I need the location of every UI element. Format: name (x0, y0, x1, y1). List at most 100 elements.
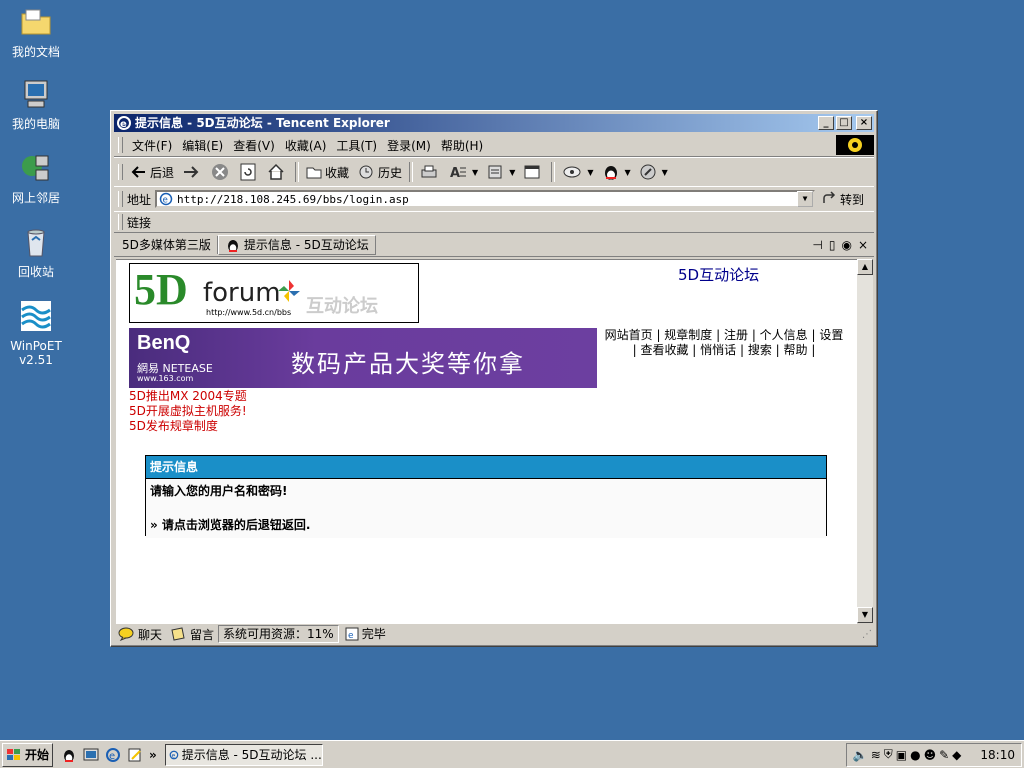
back-label: 后退 (150, 165, 175, 180)
svg-text:e: e (171, 752, 175, 759)
volume-icon[interactable]: 🔈 (853, 748, 868, 762)
links-label[interactable]: 链接 (127, 214, 151, 231)
mail-button[interactable]: ▼ (558, 160, 597, 184)
forum-logo[interactable]: 5D forum 互动论坛 http://www.5d.cn/bbs (129, 263, 419, 323)
tab-prompt-info[interactable]: 提示信息 - 5D互动论坛 (217, 235, 376, 255)
nav-search[interactable]: 搜索 (748, 343, 772, 357)
taskbar-window-button[interactable]: e 提示信息 - 5D互动论坛 ... (164, 743, 323, 766)
back-button[interactable]: 后退 (127, 160, 178, 184)
load-status: e 完毕 (341, 626, 860, 642)
address-bar: 地址 e http://218.108.245.69/bbs/login.asp… (114, 186, 874, 212)
menu-help[interactable]: 帮助(H) (436, 137, 488, 154)
forward-button[interactable] (178, 160, 207, 184)
forward-arrow-icon (184, 166, 199, 178)
window-title: 提示信息 - 5D互动论坛 - Tencent Explorer (135, 116, 390, 130)
history-button[interactable]: 历史 (353, 160, 406, 184)
home-button[interactable] (263, 160, 292, 184)
done-label: 完毕 (361, 627, 386, 641)
print-button[interactable] (416, 160, 445, 184)
resize-grip-icon[interactable]: ⋰ (862, 629, 872, 640)
desktop-icon-network[interactable]: 网上邻居 (4, 152, 68, 205)
editor-icon[interactable] (127, 747, 143, 763)
plugin-icon (640, 164, 656, 180)
favorites-button[interactable]: 收藏 (302, 160, 353, 184)
fullscreen-button[interactable] (519, 160, 548, 184)
tab-5d-multimedia[interactable]: 5D多媒体第三版 (116, 236, 218, 254)
svg-text:e: e (348, 631, 354, 641)
news-item[interactable]: 5D发布规章制度 (129, 419, 247, 434)
new-page-icon[interactable]: ▯ (829, 238, 836, 252)
qq-penguin-icon[interactable]: ● (910, 748, 920, 762)
address-label: 地址 (127, 192, 152, 207)
user-icon[interactable]: ☻ (924, 748, 937, 762)
message-button[interactable]: 留言 (166, 626, 218, 642)
menu-login[interactable]: 登录(M) (382, 137, 436, 154)
nav-help[interactable]: 帮助 (784, 343, 808, 357)
chevron-right-icon[interactable]: » (149, 748, 157, 762)
start-button[interactable]: 开始 (2, 742, 54, 767)
refresh-button[interactable] (236, 160, 263, 184)
news-item[interactable]: 5D推出MX 2004专题 (129, 389, 247, 404)
tools-button[interactable]: ▼ (482, 160, 519, 184)
maximize-button[interactable]: □ (836, 116, 852, 130)
menu-file[interactable]: 文件(F) (127, 137, 177, 154)
folder-icon (21, 9, 51, 35)
chat-button[interactable]: 聊天 (114, 626, 166, 642)
chevron-down-icon[interactable]: ▼ (509, 168, 515, 177)
browser-window[interactable]: e 提示信息 - 5D互动论坛 - Tencent Explorer _ □ ×… (110, 110, 878, 647)
shield-icon[interactable]: ⛨ (884, 747, 893, 762)
desktop-icon-winpoet[interactable]: WinPoET v2.51 (4, 300, 68, 367)
address-dropdown[interactable]: ▼ (796, 191, 813, 207)
stop-button[interactable] (207, 160, 236, 184)
show-desktop-icon[interactable] (83, 747, 99, 763)
network-icon[interactable]: ≋ (871, 748, 881, 762)
go-button[interactable]: 转到 (821, 191, 874, 208)
refresh-icon (240, 163, 256, 181)
chevron-down-icon[interactable]: ▼ (472, 168, 478, 177)
menu-view[interactable]: 查看(V) (228, 137, 280, 154)
font-button[interactable]: A ▼ (445, 160, 482, 184)
nav-register[interactable]: 注册 (724, 328, 748, 342)
brand-logo (836, 135, 874, 155)
chevron-down-icon[interactable]: ▼ (625, 168, 631, 177)
pen-icon[interactable]: ✎ (939, 748, 949, 762)
qq-penguin-icon[interactable] (61, 747, 77, 763)
news-item[interactable]: 5D开展虚拟主机服务! (129, 404, 247, 419)
nav-profile[interactable]: 个人信息 (760, 328, 808, 342)
desktop-icon-recycle-bin[interactable]: 回收站 (4, 226, 68, 279)
close-icon: × (859, 117, 869, 128)
menu-favorites[interactable]: 收藏(A) (280, 137, 332, 154)
minimize-button[interactable]: _ (818, 116, 834, 130)
menu-tools[interactable]: 工具(T) (331, 137, 382, 154)
nav-settings[interactable]: 设置 (819, 328, 843, 342)
chevron-down-icon[interactable]: ▼ (662, 168, 668, 177)
nav-rules[interactable]: 规章制度 (664, 328, 712, 342)
qq-penguin-icon (227, 240, 238, 252)
address-url[interactable]: http://218.108.245.69/bbs/login.asp (177, 193, 797, 206)
nav-favorites[interactable]: 查看收藏 (640, 343, 688, 357)
qq-button[interactable]: ▼ (598, 160, 635, 184)
plugin-button[interactable]: ▼ (635, 160, 672, 184)
close-tab-icon[interactable]: × (858, 238, 868, 252)
nav-messages[interactable]: 悄悄话 (700, 343, 736, 357)
app-icon[interactable]: ◆ (952, 748, 961, 762)
chevron-down-icon[interactable]: ▼ (587, 168, 593, 177)
ie-icon[interactable]: e (105, 747, 121, 763)
desktop-icon-my-documents[interactable]: 我的文档 (4, 6, 68, 59)
menu-edit[interactable]: 编辑(E) (177, 137, 228, 154)
eye-icon[interactable]: ◉ (841, 238, 851, 252)
security-icon[interactable]: ▣ (896, 748, 907, 762)
tab-label: 提示信息 - 5D互动论坛 (243, 238, 369, 252)
nav-home[interactable]: 网站首页 (605, 328, 653, 342)
vertical-scrollbar[interactable]: ▲ ▼ (857, 259, 873, 623)
desktop-icon-my-computer[interactable]: 我的电脑 (4, 78, 68, 131)
scroll-up-button[interactable]: ▲ (857, 259, 873, 275)
title-bar[interactable]: e 提示信息 - 5D互动论坛 - Tencent Explorer _ □ × (114, 114, 874, 132)
quick-launch: e » (61, 747, 157, 763)
chat-icon (118, 627, 134, 641)
pin-icon[interactable]: ⊣ (812, 238, 822, 252)
close-button[interactable]: × (856, 116, 872, 130)
advertisement-banner[interactable]: BenQ 網易 NETEASE www.163.com 数码产品大奖等你拿 (129, 328, 597, 388)
address-input[interactable]: e http://218.108.245.69/bbs/login.asp ▼ (155, 190, 815, 208)
scroll-down-button[interactable]: ▼ (857, 607, 873, 623)
